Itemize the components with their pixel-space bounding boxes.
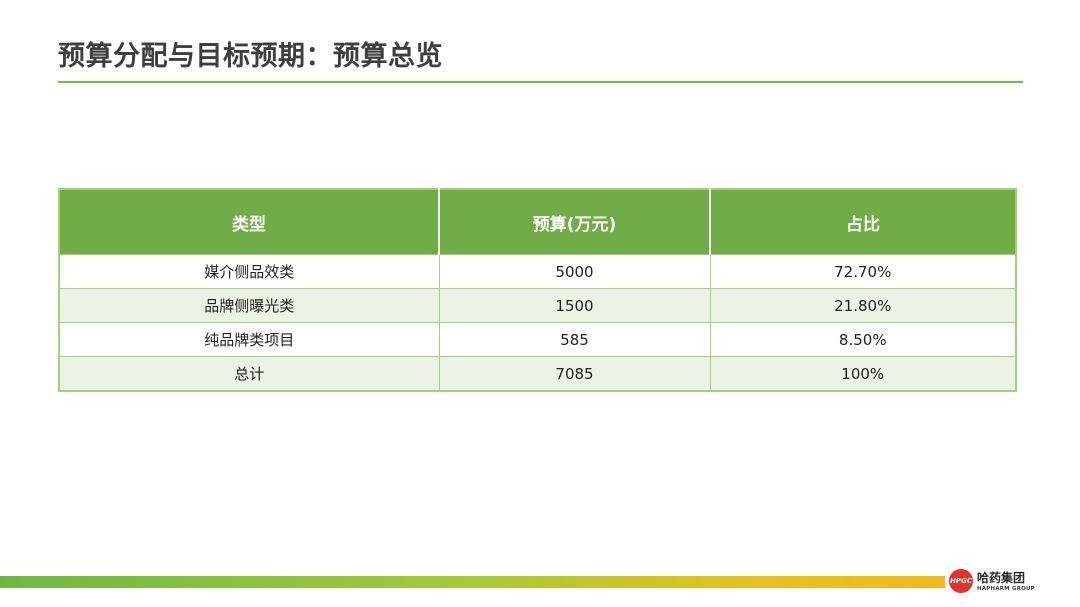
table-row: 品牌侧曝光类 1500 21.80% bbox=[59, 288, 1016, 323]
table-row: 媒介侧品效类 5000 72.70% bbox=[59, 254, 1016, 289]
cell-share: 72.70% bbox=[710, 254, 1016, 289]
cell-type: 媒介侧品效类 bbox=[59, 254, 440, 289]
cell-share: 21.80% bbox=[710, 288, 1016, 323]
title-divider bbox=[58, 81, 1023, 83]
footer-gradient-bar bbox=[0, 576, 945, 588]
header-share: 占比 bbox=[710, 189, 1016, 255]
cell-type: 品牌侧曝光类 bbox=[59, 288, 440, 323]
cell-type: 纯品牌类项目 bbox=[59, 322, 440, 357]
cell-budget: 585 bbox=[439, 322, 711, 357]
budget-table: 类型 预算(万元) 占比 媒介侧品效类 5000 72.70% 品牌侧曝光类 1… bbox=[58, 188, 1017, 392]
page-title: 预算分配与目标预期：预算总览 bbox=[58, 41, 443, 72]
table-row: 纯品牌类项目 585 8.50% bbox=[59, 322, 1016, 357]
cell-budget: 5000 bbox=[439, 254, 711, 289]
logo-name-en: HAPHARM GROUP bbox=[977, 586, 1035, 592]
cell-share: 100% bbox=[710, 356, 1016, 391]
cell-type: 总计 bbox=[59, 356, 440, 391]
company-logo: HPGC 哈药集团 HAPHARM GROUP bbox=[949, 569, 1074, 597]
logo-mark: HPGC bbox=[949, 569, 973, 593]
table-header-row: 类型 预算(万元) 占比 bbox=[59, 189, 1016, 255]
cell-budget: 1500 bbox=[439, 288, 711, 323]
table-row-total: 总计 7085 100% bbox=[59, 356, 1016, 391]
header-budget: 预算(万元) bbox=[439, 189, 711, 255]
cell-share: 8.50% bbox=[710, 322, 1016, 357]
cell-budget: 7085 bbox=[439, 356, 711, 391]
logo-name-cn: 哈药集团 bbox=[977, 571, 1026, 585]
header-type: 类型 bbox=[59, 189, 440, 255]
